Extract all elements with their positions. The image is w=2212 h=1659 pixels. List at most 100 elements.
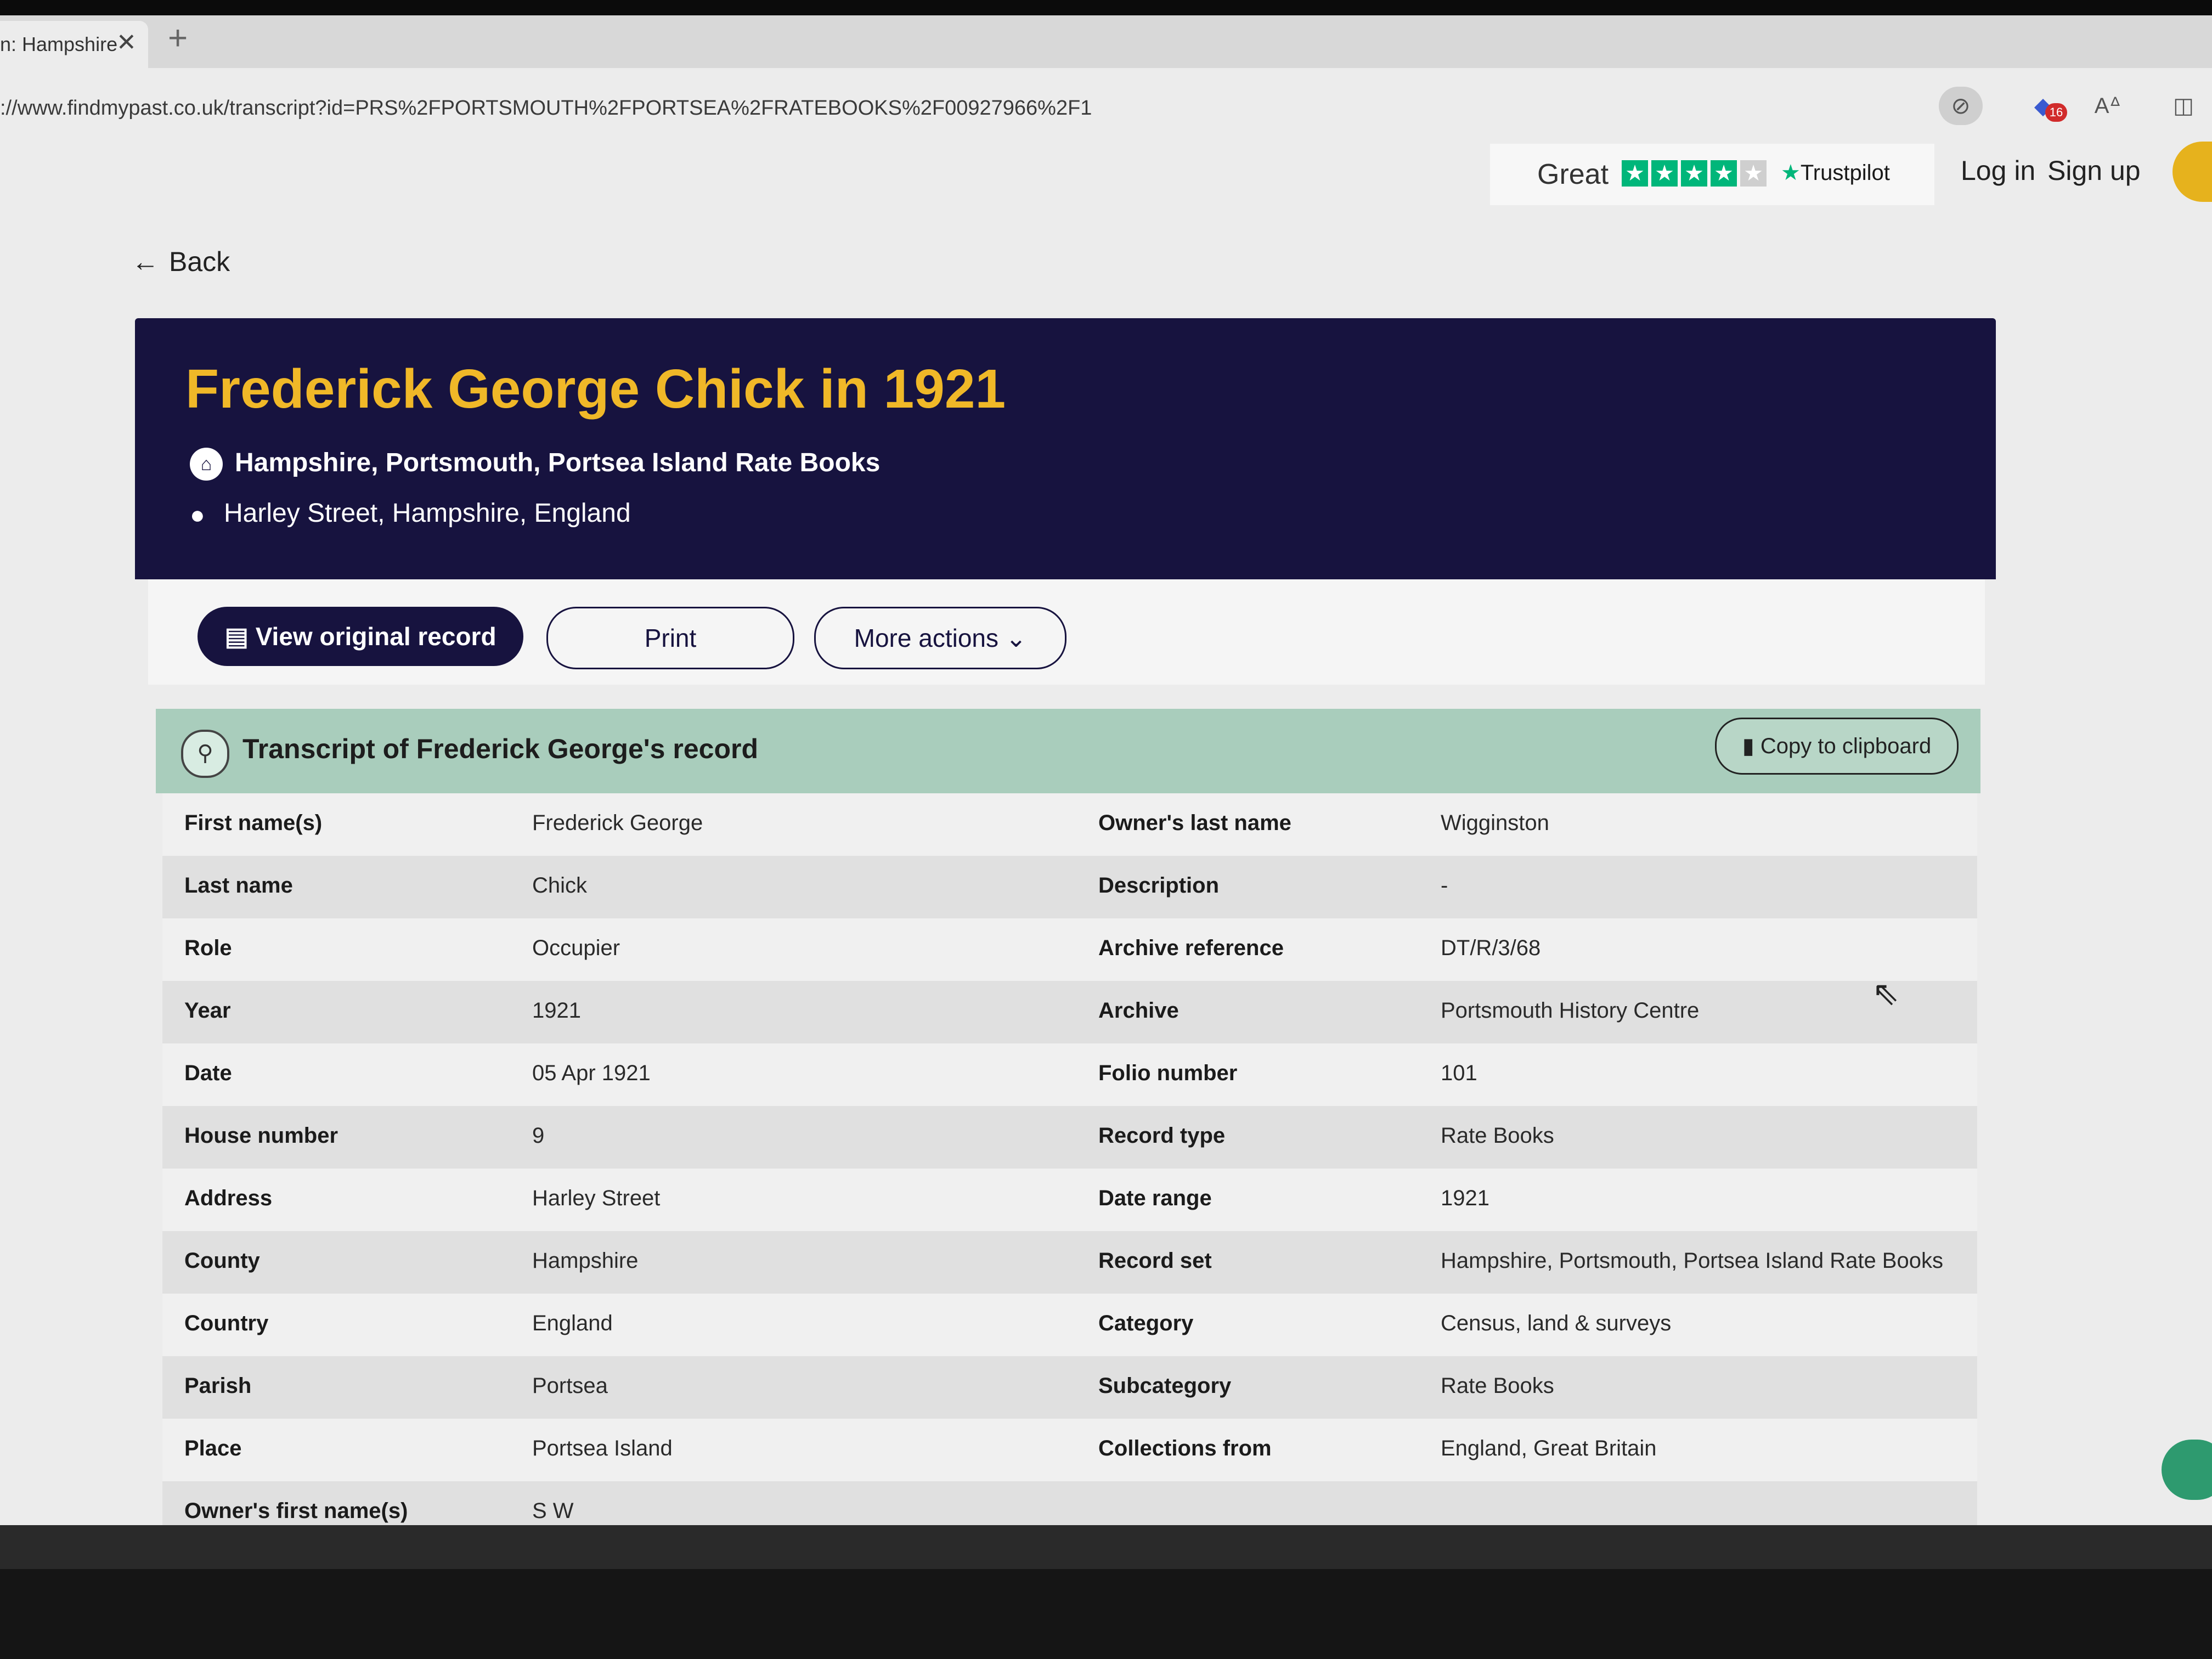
field-label: County bbox=[184, 1249, 260, 1273]
transcript-table: First name(s) Frederick George Owner's l… bbox=[162, 793, 1977, 1525]
field-label: House number bbox=[184, 1124, 338, 1148]
star-icon: ★ bbox=[1651, 160, 1678, 187]
star-icon: ★ bbox=[1622, 160, 1648, 187]
field-value: Occupier bbox=[532, 936, 620, 960]
address-bar: ://www.findmypast.co.uk/transcript?id=PR… bbox=[0, 68, 2212, 139]
arrow-left-icon: ← bbox=[132, 246, 159, 277]
table-row: Year 1921 Archive Portsmouth History Cen… bbox=[162, 981, 1977, 1043]
split-screen-icon[interactable]: ◫ bbox=[2162, 87, 2205, 125]
view-original-label: View original record bbox=[255, 622, 496, 651]
field-value: Wigginston bbox=[1441, 811, 1549, 835]
read-aloud-icon[interactable]: Aᐞ bbox=[2086, 87, 2130, 125]
monitor-bezel-bottom bbox=[0, 1525, 2212, 1659]
field-label: Address bbox=[184, 1186, 273, 1210]
browser-window: n: Hampshire ✕ + ://www.findmypast.co.uk… bbox=[0, 15, 2212, 1525]
table-row: House number 9 Record type Rate Books bbox=[162, 1106, 1977, 1169]
table-row: County Hampshire Record set Hampshire, P… bbox=[162, 1231, 1977, 1294]
field-label: Archive reference bbox=[1098, 936, 1284, 960]
back-label: Back bbox=[169, 246, 230, 277]
field-label: Category bbox=[1098, 1311, 1194, 1335]
field-label: Subcategory bbox=[1098, 1374, 1232, 1398]
field-label: Description bbox=[1098, 873, 1220, 898]
field-value: Rate Books bbox=[1441, 1374, 1554, 1398]
magnifier-person-icon: ⚲ bbox=[181, 730, 229, 778]
field-label: Parish bbox=[184, 1374, 252, 1398]
extension-icon[interactable]: ◆ 16 bbox=[2021, 87, 2067, 125]
close-tab-icon[interactable]: ✕ bbox=[116, 29, 137, 57]
table-row: Parish Portsea Subcategory Rate Books bbox=[162, 1356, 1977, 1419]
record-collection: ⌂ Hampshire, Portsmouth, Portsea Island R… bbox=[190, 448, 880, 481]
star-icon: ★ bbox=[1711, 160, 1737, 187]
table-row: Last name Chick Description - bbox=[162, 856, 1977, 918]
chevron-down-icon: ⌄ bbox=[998, 624, 1027, 652]
field-value: 101 bbox=[1441, 1061, 1477, 1085]
collection-name: Hampshire, Portsmouth, Portsea Island Ra… bbox=[235, 448, 881, 477]
field-value: 1921 bbox=[532, 998, 581, 1023]
field-label: Owner's first name(s) bbox=[184, 1499, 408, 1523]
field-value: Portsmouth History Centre bbox=[1441, 998, 1700, 1023]
page-content: Great ★ ★ ★ ★ ★ ★Trustpilot Log in Sign up ←… bbox=[0, 138, 2212, 1525]
field-label: Date bbox=[184, 1061, 232, 1085]
trustpilot-widget[interactable]: Great ★ ★ ★ ★ ★ ★Trustpilot bbox=[1490, 144, 1934, 205]
print-button[interactable]: Print bbox=[546, 607, 794, 669]
field-value: S W bbox=[532, 1499, 574, 1523]
trustpilot-logo: ★Trustpilot bbox=[1781, 160, 1890, 185]
field-label: Record type bbox=[1098, 1124, 1226, 1148]
browser-tab[interactable]: n: Hampshire ✕ bbox=[0, 21, 148, 68]
transcript-header: ⚲ Transcript of Frederick George's recor… bbox=[156, 709, 1980, 793]
more-actions-label: More actions bbox=[854, 624, 998, 652]
field-value: England bbox=[532, 1311, 613, 1335]
field-label: Record set bbox=[1098, 1249, 1212, 1273]
table-row: Owner's first name(s) S W bbox=[162, 1481, 1977, 1525]
print-label: Print bbox=[644, 624, 697, 652]
field-label: Place bbox=[184, 1436, 242, 1460]
trustpilot-stars: ★ ★ ★ ★ ★ bbox=[1622, 160, 1770, 187]
trustpilot-rating: Great bbox=[1537, 159, 1609, 190]
star-icon: ★ bbox=[1681, 160, 1707, 187]
field-label: Owner's last name bbox=[1098, 811, 1291, 835]
record-actions: ▤ View original record Print More action… bbox=[148, 579, 1985, 685]
field-value: Census, land & surveys bbox=[1441, 1311, 1672, 1335]
url-text[interactable]: ://www.findmypast.co.uk/transcript?id=PR… bbox=[0, 97, 1092, 120]
field-value: - bbox=[1441, 873, 1448, 898]
login-link[interactable]: Log in bbox=[1961, 155, 2035, 187]
field-value: Hampshire, Portsmouth, Portsea Island Ra… bbox=[1441, 1249, 1943, 1273]
tracking-prevention-icon[interactable]: ⊘ bbox=[1939, 87, 1983, 125]
copy-to-clipboard-button[interactable]: ▮ Copy to clipboard bbox=[1715, 718, 1959, 775]
field-value: Harley Street bbox=[532, 1186, 661, 1210]
back-link[interactable]: ← Back bbox=[132, 246, 240, 278]
table-row: Place Portsea Island Collections from En… bbox=[162, 1419, 1977, 1481]
field-label: Last name bbox=[184, 873, 293, 898]
table-row: Role Occupier Archive reference DT/R/3/6… bbox=[162, 918, 1977, 981]
view-original-record-button[interactable]: ▤ View original record bbox=[198, 607, 523, 666]
field-value: Frederick George bbox=[532, 811, 703, 835]
table-row: First name(s) Frederick George Owner's l… bbox=[162, 793, 1977, 856]
more-actions-button[interactable]: More actions ⌄ bbox=[814, 607, 1066, 669]
account-button[interactable] bbox=[2172, 142, 2212, 202]
table-row: Country England Category Census, land & … bbox=[162, 1294, 1977, 1356]
extension-badge: 16 bbox=[2045, 103, 2067, 122]
document-icon: ▤ bbox=[224, 622, 256, 651]
new-tab-icon[interactable]: + bbox=[168, 19, 188, 58]
monitor-bezel-strip bbox=[0, 1525, 2212, 1569]
monitor-bezel-top bbox=[0, 0, 2212, 15]
field-label: Date range bbox=[1098, 1186, 1212, 1210]
tab-title: n: Hampshire bbox=[0, 33, 118, 55]
field-value: Chick bbox=[532, 873, 588, 898]
field-label: Archive bbox=[1098, 998, 1179, 1023]
archive-building-icon: ⌂ bbox=[190, 448, 223, 481]
table-row: Address Harley Street Date range 1921 bbox=[162, 1169, 1977, 1231]
field-label: Folio number bbox=[1098, 1061, 1238, 1085]
field-label: Role bbox=[184, 936, 232, 960]
field-value: Portsea Island bbox=[532, 1436, 673, 1460]
mouse-cursor-icon: ⇖ bbox=[1872, 975, 1900, 1012]
table-row: Date 05 Apr 1921 Folio number 101 bbox=[162, 1043, 1977, 1106]
signup-link[interactable]: Sign up bbox=[2047, 155, 2141, 187]
field-value: Portsea bbox=[532, 1374, 608, 1398]
field-value: England, Great Britain bbox=[1441, 1436, 1657, 1460]
field-value: Rate Books bbox=[1441, 1124, 1554, 1148]
star-empty-icon: ★ bbox=[1740, 160, 1767, 187]
field-value: DT/R/3/68 bbox=[1441, 936, 1541, 960]
record-header: Frederick George Chick in 1921 ⌂ Hampshir… bbox=[135, 318, 1996, 579]
record-location: ● Harley Street, Hampshire, England bbox=[190, 498, 631, 529]
